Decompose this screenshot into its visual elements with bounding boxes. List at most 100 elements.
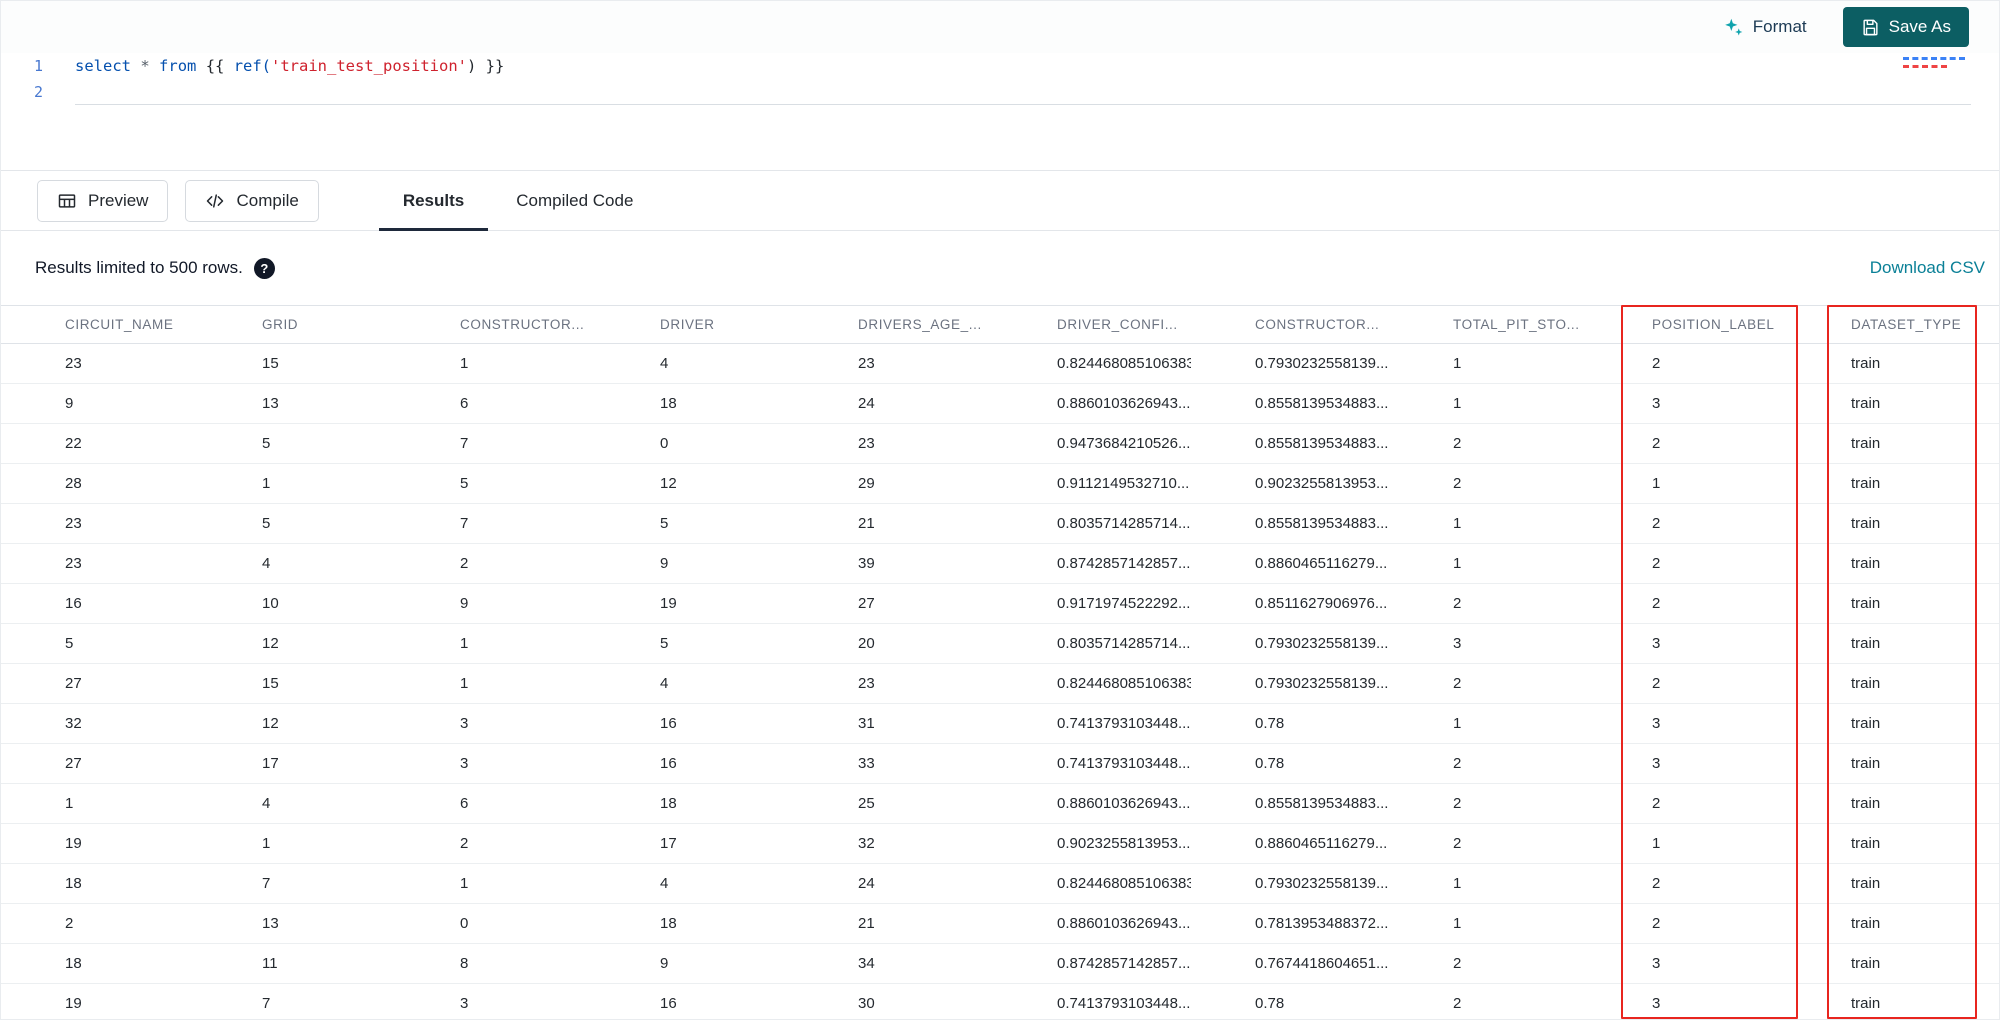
table-cell: 2 [1389, 783, 1588, 824]
table-cell: train [1787, 783, 1999, 824]
table-cell: 0.8558139534883... [1191, 783, 1389, 824]
table-row: 18 7 1 4 24 0.824468085106383 0.7930232558139.… [1, 863, 1999, 904]
table-cell: 3 [396, 743, 596, 784]
code-editor[interactable]: 1 select * from {{ ref('train_test_posit… [1, 53, 1999, 105]
table-cell: 24 [794, 863, 993, 904]
code-token: ) }} [466, 57, 505, 75]
download-csv-link[interactable]: Download CSV [1870, 258, 1985, 278]
table-cell: 19 [1, 983, 198, 1019]
table-cell: 10 [198, 583, 396, 624]
table-cell: 0.824468085106383 [993, 863, 1191, 904]
table-cell: 16 [596, 983, 794, 1019]
compile-button[interactable]: Compile [185, 179, 319, 222]
table-cell: train [1787, 583, 1999, 624]
table-cell: 0.8511627906976... [1191, 583, 1389, 624]
table-cell: 4 [198, 783, 396, 824]
table-body: 23 15 1 4 23 0.824468085106383 0.7930232558139… [1, 343, 1999, 1019]
editor-section: Format Save As 1 select * from {{ ref('t… [1, 1, 1999, 171]
table-cell: 8 [396, 943, 596, 984]
table-cell: train [1787, 983, 1999, 1019]
table-cell: 3 [1588, 943, 1787, 984]
table-cell: train [1787, 703, 1999, 744]
results-tabs: Results Compiled Code [377, 171, 660, 231]
table-cell: train [1787, 863, 1999, 904]
table-row: 23 4 2 9 39 0.8742857142857... 0.8860465116279… [1, 543, 1999, 584]
code-token: from [159, 57, 197, 75]
table-cell: 3 [1588, 623, 1787, 664]
table-cell: 12 [198, 703, 396, 744]
column-header: TOTAL_PIT_STO... [1389, 305, 1588, 344]
results-table-section: CIRCUIT_NAME GRID CONSTRUCTOR... DRIVER DRIV… [1, 305, 1999, 1019]
table-cell: 1 [1389, 383, 1588, 424]
table-cell: 23 [794, 343, 993, 384]
table-cell: 7 [198, 983, 396, 1019]
table-cell: 3 [1588, 983, 1787, 1019]
table-cell: 0.824468085106383 [993, 663, 1191, 704]
sql-ide: Format Save As 1 select * from {{ ref('t… [0, 0, 2000, 1020]
table-cell: 18 [1, 863, 198, 904]
table-cell: 0.78 [1191, 703, 1389, 744]
table-cell: 5 [198, 423, 396, 464]
table-cell: 3 [1588, 383, 1787, 424]
table-cell: 27 [1, 663, 198, 704]
code-token: * [140, 57, 150, 75]
table-cell: 2 [1389, 743, 1588, 784]
table-cell: 0.8860103626943... [993, 783, 1191, 824]
table-cell: train [1787, 423, 1999, 464]
table-cell: 16 [596, 703, 794, 744]
table-cell: 17 [198, 743, 396, 784]
code-token: {{ [196, 57, 234, 75]
table-row: 2 13 0 18 21 0.8860103626943... 0.781395348837… [1, 903, 1999, 944]
tab-compiled-code[interactable]: Compiled Code [490, 171, 659, 230]
table-cell: 0 [396, 903, 596, 944]
table-cell: 34 [794, 943, 993, 984]
format-button[interactable]: Format [1723, 17, 1807, 38]
results-limit-text: Results limited to 500 rows. [35, 258, 243, 277]
table-cell: 5 [596, 503, 794, 544]
table-cell: 0.8860465116279... [1191, 543, 1389, 584]
table-cell: 1 [1588, 823, 1787, 864]
table-cell: 0.78 [1191, 743, 1389, 784]
table-cell: 1 [198, 823, 396, 864]
table-cell: 5 [596, 623, 794, 664]
tab-results[interactable]: Results [377, 171, 490, 231]
table-cell: 2 [1588, 783, 1787, 824]
table-cell: 1 [1588, 463, 1787, 504]
question-icon[interactable]: ? [253, 257, 275, 279]
table-cell: 27 [794, 583, 993, 624]
table-cell: 5 [198, 503, 396, 544]
table-cell: 3 [396, 983, 596, 1019]
table-cell: train [1787, 383, 1999, 424]
save-as-button[interactable]: Save As [1842, 7, 1969, 47]
table-cell: train [1787, 623, 1999, 664]
results-info: Results limited to 500 rows. ? [35, 257, 275, 279]
table-cell: 0 [596, 423, 794, 464]
editor-toolbar: Format Save As [1, 1, 1999, 53]
table-cell: 17 [596, 823, 794, 864]
code-line-2-content[interactable] [75, 79, 1971, 105]
column-header: DRIVERS_AGE_... [794, 305, 993, 344]
table-cell: 23 [794, 663, 993, 704]
table-cell: 21 [794, 503, 993, 544]
table-cell: 0.8860103626943... [993, 383, 1191, 424]
preview-button[interactable]: Preview [37, 179, 169, 222]
line-number: 1 [33, 57, 43, 75]
action-bar: Preview Compile Results Compiled Code [1, 171, 1999, 231]
table-cell: 19 [1, 823, 198, 864]
table-cell: 32 [794, 823, 993, 864]
table-cell: 2 [1, 903, 198, 944]
table-cell: train [1787, 943, 1999, 984]
table-cell: 33 [794, 743, 993, 784]
table-cell: train [1787, 343, 1999, 384]
table-cell: 7 [396, 423, 596, 464]
table-cell: 18 [596, 383, 794, 424]
table-cell: 3 [1389, 623, 1588, 664]
table-cell: 31 [794, 703, 993, 744]
table-cell: 24 [794, 383, 993, 424]
table-cell: 0.9112149532710... [993, 463, 1191, 504]
table-cell: train [1787, 463, 1999, 504]
table-cell: 16 [1, 583, 198, 624]
table-cell: 2 [1588, 663, 1787, 704]
table-cell: 20 [794, 623, 993, 664]
table-cell: 18 [596, 783, 794, 824]
